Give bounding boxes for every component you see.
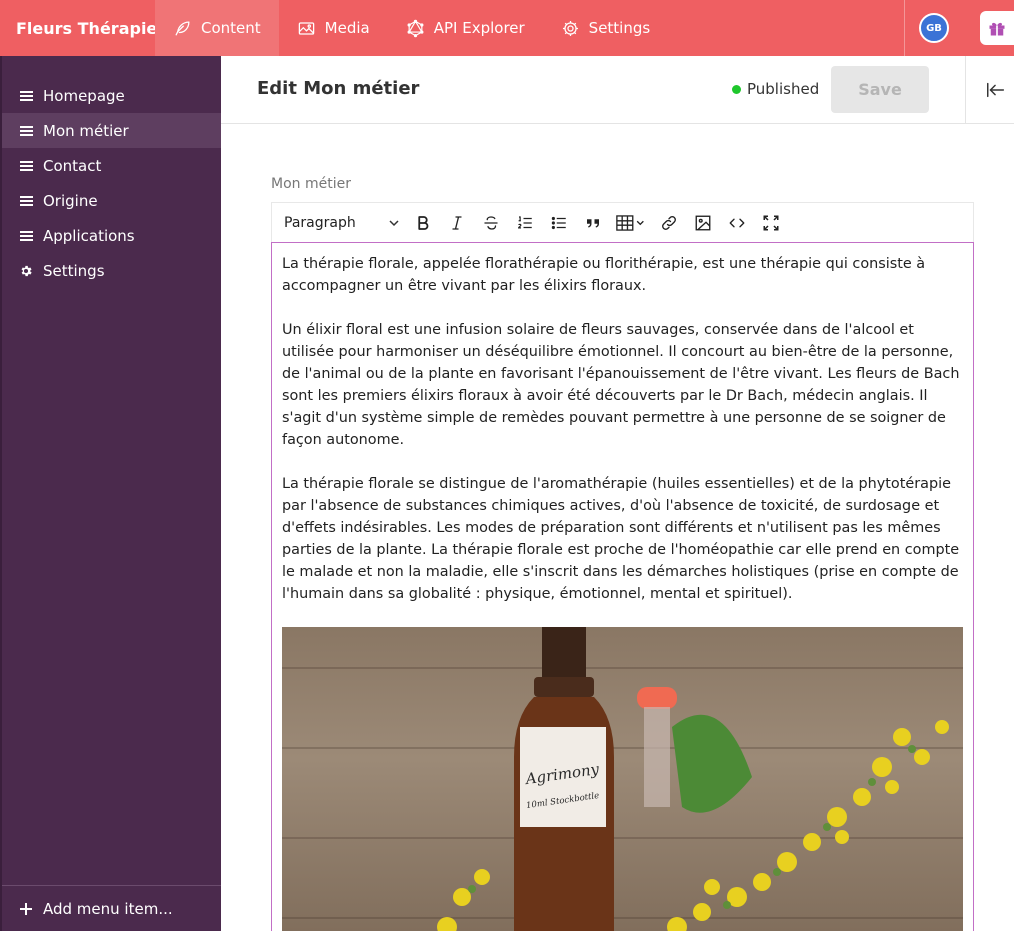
nav-api-explorer-label: API Explorer xyxy=(433,19,525,37)
table-button[interactable] xyxy=(610,208,652,238)
avatar[interactable]: GB xyxy=(919,13,949,43)
nav-content-label: Content xyxy=(201,19,261,37)
ordered-list-button[interactable] xyxy=(508,208,542,238)
sidebar-item-applications[interactable]: Applications xyxy=(2,218,221,253)
sidebar-item-label: Applications xyxy=(43,226,135,245)
chevron-down-icon xyxy=(389,219,399,226)
fullscreen-icon xyxy=(763,215,779,230)
link-icon xyxy=(662,215,676,230)
quote-icon xyxy=(587,218,599,227)
top-navbar: Fleurs Thérapie Content Media API Explor… xyxy=(0,0,1014,56)
status-badge: Published xyxy=(732,80,819,98)
collapse-sidebar-button[interactable] xyxy=(985,79,1007,101)
brand-name[interactable]: Fleurs Thérapie xyxy=(0,0,157,56)
italic-button[interactable] xyxy=(440,208,474,238)
fullscreen-button[interactable] xyxy=(754,208,788,238)
sidebar-list: Homepage Mon métier Contact Origine Appl… xyxy=(2,56,221,288)
nav-media-label: Media xyxy=(324,19,370,37)
gift-button[interactable] xyxy=(980,11,1014,45)
italic-icon xyxy=(452,215,462,230)
rich-text-editor[interactable]: La thérapie florale, appelée florathérap… xyxy=(271,242,974,931)
table-icon xyxy=(616,214,644,231)
image-icon xyxy=(695,215,711,230)
gear-icon xyxy=(562,20,578,36)
list-icon xyxy=(19,90,33,102)
status-label: Published xyxy=(747,80,820,98)
sidebar-item-label: Homepage xyxy=(43,86,125,105)
sidebar-item-settings[interactable]: Settings xyxy=(2,253,221,288)
status-dot xyxy=(732,84,741,94)
add-menu-item-label: Add menu item... xyxy=(43,899,173,918)
link-button[interactable] xyxy=(652,208,686,238)
arrow-left-bar-icon xyxy=(987,82,1005,98)
ordered-list-icon xyxy=(518,215,532,228)
add-menu-item-button[interactable]: Add menu item... xyxy=(2,885,221,931)
page-title: Edit Mon métier xyxy=(257,78,420,99)
bullet-list-icon xyxy=(551,216,566,229)
strikethrough-button[interactable] xyxy=(474,208,508,238)
block-format-select[interactable]: Paragraph xyxy=(272,215,406,231)
embedded-image[interactable]: Agrimony 10ml Stockbottle xyxy=(282,627,963,931)
strikethrough-icon xyxy=(484,215,498,230)
sidebar-item-label: Mon métier xyxy=(43,121,129,140)
image-icon xyxy=(298,21,314,35)
bullet-list-button[interactable] xyxy=(542,208,576,238)
sidebar-item-label: Settings xyxy=(43,261,105,280)
graphql-icon xyxy=(407,19,424,37)
editor-paragraph: La thérapie florale, appelée florathérap… xyxy=(282,256,926,294)
code-icon xyxy=(729,218,745,227)
feather-icon xyxy=(175,21,190,35)
nav-settings-label: Settings xyxy=(588,19,651,37)
sidebar-item-mon-metier[interactable]: Mon métier xyxy=(2,113,221,148)
topbar-divider xyxy=(904,0,905,56)
field-label: Mon métier xyxy=(271,176,351,192)
header-divider xyxy=(965,56,966,124)
list-icon xyxy=(19,160,33,172)
gear-icon xyxy=(19,264,33,278)
block-format-value: Paragraph xyxy=(284,214,356,231)
sidebar-item-origine[interactable]: Origine xyxy=(2,183,221,218)
bold-button[interactable] xyxy=(406,208,440,238)
editor-paragraph: La thérapie florale se distingue de l'ar… xyxy=(282,476,960,602)
sidebar: Homepage Mon métier Contact Origine Appl… xyxy=(0,56,221,931)
nav-settings[interactable]: Settings xyxy=(543,0,669,56)
sidebar-item-contact[interactable]: Contact xyxy=(2,148,221,183)
nav-media[interactable]: Media xyxy=(279,0,388,56)
list-icon xyxy=(19,125,33,137)
list-icon xyxy=(19,195,33,207)
nav-api-explorer[interactable]: API Explorer xyxy=(388,0,543,56)
blockquote-button[interactable] xyxy=(576,208,610,238)
flowers-illustration xyxy=(437,687,949,931)
insert-image-button[interactable] xyxy=(686,208,720,238)
sidebar-item-homepage[interactable]: Homepage xyxy=(2,78,221,113)
code-button[interactable] xyxy=(720,208,754,238)
sidebar-item-label: Origine xyxy=(43,191,98,210)
bold-icon xyxy=(418,215,429,230)
list-icon xyxy=(19,230,33,242)
editor-paragraph: Un élixir floral est une infusion solair… xyxy=(282,322,960,448)
gift-icon xyxy=(989,22,1005,36)
save-button[interactable]: Save xyxy=(831,66,929,113)
plus-icon xyxy=(19,902,33,915)
edit-header: Edit Mon métier Published Save xyxy=(221,56,1014,124)
editor-toolbar: Paragraph xyxy=(271,202,974,242)
nav-content[interactable]: Content xyxy=(155,0,279,56)
sidebar-item-label: Contact xyxy=(43,156,102,175)
topbar-right: GB xyxy=(904,0,1014,56)
